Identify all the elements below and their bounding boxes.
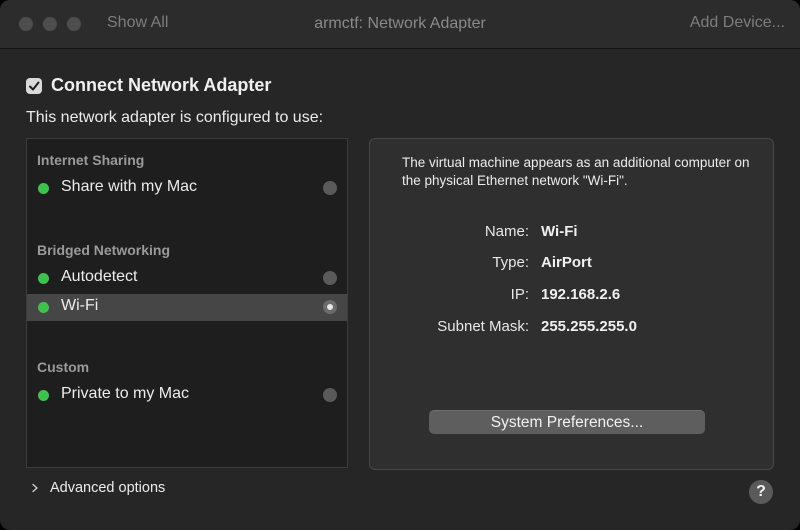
- list-item-private-to-my-mac[interactable]: Private to my Mac: [27, 382, 347, 409]
- adapter-description: The virtual machine appears as an additi…: [402, 155, 750, 188]
- status-dot-icon: [38, 183, 49, 194]
- advanced-options-disclosure[interactable]: Advanced options: [30, 480, 165, 496]
- name-value: Wi-Fi: [541, 223, 578, 240]
- ip-value: 192.168.2.6: [541, 286, 621, 303]
- list-item-label: Private to my Mac: [61, 385, 190, 402]
- name-label: Name:: [484, 223, 529, 240]
- list-item-autodetect[interactable]: Autodetect: [27, 265, 347, 292]
- radio-button[interactable]: [323, 181, 337, 195]
- list-item-share-with-my-mac[interactable]: Share with my Mac: [27, 175, 347, 202]
- status-dot-icon: [38, 273, 49, 284]
- radio-button[interactable]: [323, 388, 337, 402]
- status-dot-icon: [38, 302, 49, 313]
- adapter-detail-panel: The virtual machine appears as an additi…: [369, 138, 774, 470]
- type-value: AirPort: [541, 254, 592, 271]
- chevron-right-icon[interactable]: [30, 483, 50, 493]
- window-title: armctf: Network Adapter: [314, 15, 486, 32]
- radio-button[interactable]: [323, 271, 337, 285]
- connect-adapter-row: Connect Network Adapter: [26, 75, 271, 96]
- list-item-label: Autodetect: [61, 268, 138, 285]
- ip-label: IP:: [510, 286, 529, 303]
- type-label: Type:: [492, 254, 529, 271]
- status-dot-icon: [38, 390, 49, 401]
- section-header-internet-sharing: Internet Sharing: [37, 152, 145, 168]
- subnet-mask-value: 255.255.255.0: [541, 318, 637, 335]
- section-header-bridged-networking: Bridged Networking: [37, 242, 171, 258]
- help-button[interactable]: ?: [749, 480, 773, 504]
- radio-button-selected[interactable]: [323, 300, 337, 314]
- system-preferences-button[interactable]: System Preferences...: [429, 410, 705, 434]
- add-device-button[interactable]: Add Device...: [690, 14, 785, 32]
- connect-adapter-checkbox[interactable]: [26, 77, 42, 94]
- checkmark-icon: [29, 81, 40, 90]
- subnet-mask-label: Subnet Mask:: [437, 318, 529, 335]
- list-item-label: Wi-Fi: [61, 297, 99, 314]
- advanced-options-label[interactable]: Advanced options: [50, 480, 165, 496]
- network-adapter-window: Show All armctf: Network Adapter Add Dev…: [0, 0, 800, 530]
- list-item-wi-fi[interactable]: Wi-Fi: [27, 294, 347, 321]
- configured-text: This network adapter is configured to us…: [26, 109, 324, 126]
- section-header-custom: Custom: [37, 359, 90, 375]
- list-item-label: Share with my Mac: [61, 178, 198, 195]
- connect-adapter-label[interactable]: Connect Network Adapter: [51, 75, 271, 96]
- title-bar: Show All armctf: Network Adapter Add Dev…: [0, 0, 800, 49]
- adapter-source-list: Internet Sharing Share with my Mac Bridg…: [26, 138, 348, 468]
